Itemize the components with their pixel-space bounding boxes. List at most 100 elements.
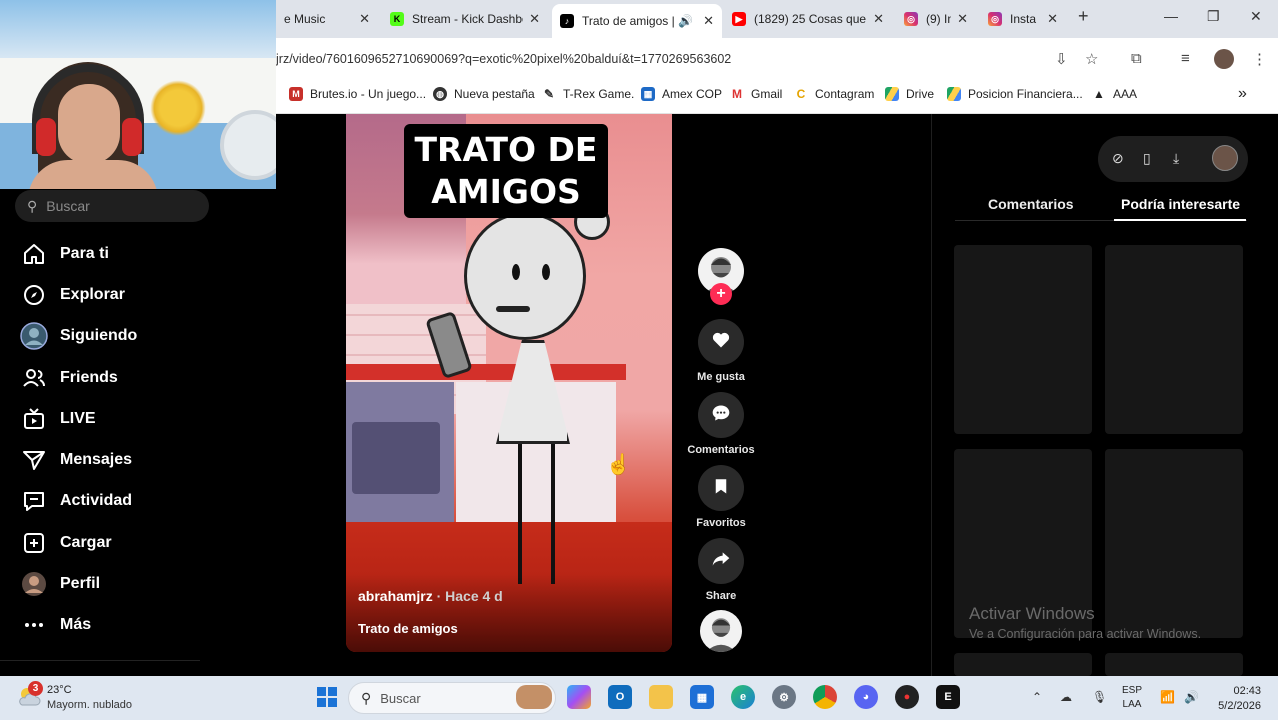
browser-menu-icon[interactable]: ⋮: [1252, 50, 1267, 68]
bookmark-gmail[interactable]: M Gmail: [730, 87, 782, 101]
taskbar-search-placeholder: Buscar: [380, 690, 421, 706]
close-window-icon[interactable]: ✕: [1250, 8, 1262, 25]
sidebar-item-siguiendo[interactable]: Siguiendo: [20, 319, 137, 353]
clock-time: 02:43: [1233, 685, 1261, 697]
bookmark-brutes[interactable]: M Brutes.io - Un juego...: [289, 87, 426, 101]
tab-title: e Music: [284, 12, 326, 26]
like-button[interactable]: [698, 319, 744, 365]
bookmark-trex[interactable]: ✎ T-Rex Game.: [542, 87, 634, 101]
comments-button[interactable]: [698, 392, 744, 438]
video-player[interactable]: TRATO DE AMIGOS abrahamjrz · Hace 4 d Tr…: [346, 114, 672, 652]
bookmark-aaa[interactable]: ▲ AAA: [1092, 87, 1137, 101]
more-bookmarks-icon[interactable]: »: [1238, 85, 1247, 103]
tray-language[interactable]: ESP LAA: [1122, 684, 1142, 712]
favorites-button[interactable]: [698, 465, 744, 511]
new-tab-button[interactable]: +: [1078, 6, 1089, 27]
tab-youtube-music[interactable]: e Music ✕: [276, 6, 378, 32]
outlook-icon[interactable]: O: [608, 685, 632, 709]
extensions-icon[interactable]: ⧉: [1131, 50, 1142, 67]
tab-instagram-1[interactable]: ◎ (9) In ✕: [896, 6, 976, 32]
bookmark-posicion-financiera[interactable]: Posicion Financiera...: [947, 87, 1083, 101]
sidebar-item-mensajes[interactable]: Mensajes: [20, 443, 132, 477]
windows-start-icon[interactable]: [315, 685, 339, 709]
close-tab-icon[interactable]: ✕: [359, 11, 370, 27]
speaker-icon[interactable]: 🔊: [678, 14, 693, 28]
close-tab-icon[interactable]: ✕: [529, 11, 540, 27]
tab-youtube-video[interactable]: ▶ (1829) 25 Cosas que ✕: [724, 6, 892, 32]
sidebar-item-cargar[interactable]: Cargar: [20, 526, 112, 560]
taskbar-clock[interactable]: 02:43 5/2/2026: [1211, 684, 1261, 714]
volume-icon[interactable]: 🔊: [1184, 690, 1199, 704]
sound-avatar[interactable]: [700, 610, 742, 652]
close-tab-icon[interactable]: ✕: [703, 13, 714, 29]
bookmark-label: T-Rex Game.: [563, 87, 635, 101]
burger-widget-icon[interactable]: [516, 685, 552, 709]
app-red-dot-icon[interactable]: ●: [895, 685, 919, 709]
suggested-video-card[interactable]: [1105, 449, 1243, 638]
media-control-icon[interactable]: ≡: [1181, 50, 1190, 67]
user-avatar[interactable]: [1212, 145, 1238, 171]
like-label: Me gusta: [697, 371, 745, 383]
search-input[interactable]: [46, 198, 197, 214]
close-tab-icon[interactable]: ✕: [873, 11, 884, 27]
bookmark-contagram[interactable]: C Contagram: [794, 87, 874, 101]
friends-icon: [20, 364, 48, 392]
sidebar-item-label: Friends: [60, 369, 118, 386]
bookmark-label: Amex COP: [662, 87, 723, 101]
tab-podria-interesarte[interactable]: Podría interesarte: [1121, 196, 1240, 212]
edge-icon[interactable]: e: [731, 685, 755, 709]
sidebar-item-mas[interactable]: Más: [20, 608, 91, 642]
weather-description[interactable]: Mayorm. nublado: [47, 699, 132, 711]
discord-icon[interactable]: ◕: [854, 685, 878, 709]
tray-chevron-icon[interactable]: ⌃: [1032, 690, 1042, 704]
bookmark-amex[interactable]: ▦ Amex COP: [641, 87, 722, 101]
epic-games-icon[interactable]: E: [936, 685, 960, 709]
suggested-video-card[interactable]: [954, 245, 1092, 434]
url-field[interactable]: jrz/video/7601609652710690069?q=exotic%2…: [276, 52, 731, 66]
tab-comentarios[interactable]: Comentarios: [988, 196, 1074, 212]
suggested-video-card[interactable]: [1105, 245, 1243, 434]
tab-kick-dashboard[interactable]: K Stream - Kick Dashbo ✕: [382, 6, 548, 32]
sidebar-item-explorar[interactable]: Explorar: [20, 278, 125, 312]
minimize-icon[interactable]: —: [1164, 8, 1178, 24]
video-oven-door-shape: [352, 422, 440, 494]
suggested-video-card[interactable]: [954, 653, 1092, 676]
file-explorer-icon[interactable]: [649, 685, 673, 709]
download-icon[interactable]: ⤓: [1173, 150, 1179, 167]
restore-icon[interactable]: ❐: [1207, 8, 1220, 25]
follow-plus-button[interactable]: +: [710, 283, 732, 305]
copilot-icon[interactable]: [567, 685, 591, 709]
tab-trato-de-amigos[interactable]: ♪ Trato de amigos | 🔊 ✕: [552, 4, 722, 38]
microsoft-store-icon[interactable]: ▦: [690, 685, 714, 709]
video-author-line[interactable]: abrahamjrz · Hace 4 d: [358, 588, 503, 604]
sidebar-item-friends[interactable]: Friends: [20, 361, 118, 395]
tray-mic-icon[interactable]: 🎙: [1092, 690, 1107, 704]
weather-temperature[interactable]: 23°C: [47, 684, 72, 696]
coin-icon[interactable]: ⊘: [1112, 150, 1124, 167]
phone-app-icon[interactable]: ▯: [1143, 150, 1151, 167]
tab-instagram-2[interactable]: ◎ Insta ✕: [980, 6, 1066, 32]
amex-icon: ▦: [641, 87, 655, 101]
wifi-icon[interactable]: 📶: [1160, 690, 1175, 704]
bookmark-drive[interactable]: Drive: [885, 87, 934, 101]
clock-date: 5/2/2026: [1218, 700, 1261, 712]
browser-profile-avatar[interactable]: [1214, 49, 1234, 69]
install-app-icon[interactable]: ⇩: [1055, 50, 1068, 68]
suggested-video-card[interactable]: [1105, 653, 1243, 676]
bookmark-star-icon[interactable]: ☆: [1085, 50, 1098, 68]
close-tab-icon[interactable]: ✕: [1047, 11, 1058, 27]
tiktok-icon: ♪: [560, 14, 574, 28]
video-author[interactable]: abrahamjrz: [358, 588, 433, 604]
tray-cloud-icon[interactable]: ☁: [1060, 690, 1072, 704]
right-panel-divider: [931, 114, 932, 676]
settings-gear-icon[interactable]: ⚙: [772, 685, 796, 709]
close-tab-icon[interactable]: ✕: [957, 11, 968, 27]
sidebar-item-live[interactable]: LIVE: [20, 402, 96, 436]
bookmark-nueva-pestana[interactable]: ◍ Nueva pestaña: [433, 87, 535, 101]
sidebar-item-para-ti[interactable]: Para ti: [20, 237, 109, 271]
share-button[interactable]: [698, 538, 744, 584]
tiktok-search[interactable]: ⚲: [15, 190, 209, 222]
chrome-icon[interactable]: [813, 685, 837, 709]
sidebar-item-perfil[interactable]: Perfil: [20, 567, 100, 601]
sidebar-item-actividad[interactable]: Actividad: [20, 484, 132, 518]
